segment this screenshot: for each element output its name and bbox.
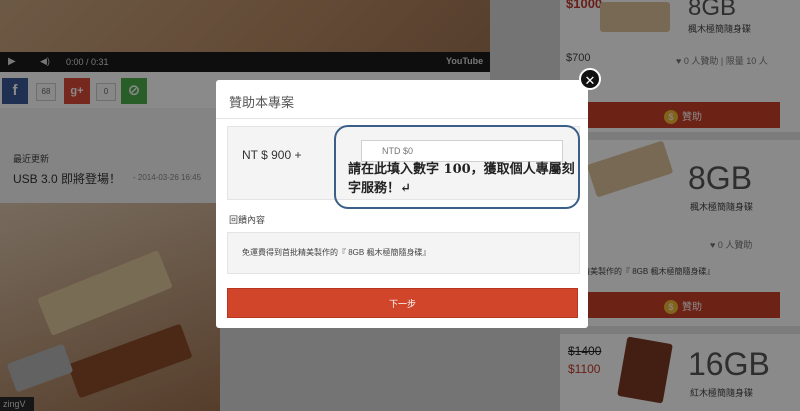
close-icon[interactable]: ✕ [579,68,601,90]
annotation-text: 請在此填入數字 100，獲取個人專屬刻字服務！↵ [348,162,575,196]
reward-label: 回饋內容 [229,215,266,225]
next-step-button[interactable]: 下一步 [227,288,578,318]
reward-description: 免運費得到首批精美製作的『 8GB 楓木極簡隨身碟』 [242,248,431,257]
reward-box: 免運費得到首批精美製作的『 8GB 楓木極簡隨身碟』 [227,232,580,274]
base-amount-label: NT $ 900 + [242,148,302,162]
modal-title: 贊助本專案 [229,95,295,110]
divider [216,118,588,119]
